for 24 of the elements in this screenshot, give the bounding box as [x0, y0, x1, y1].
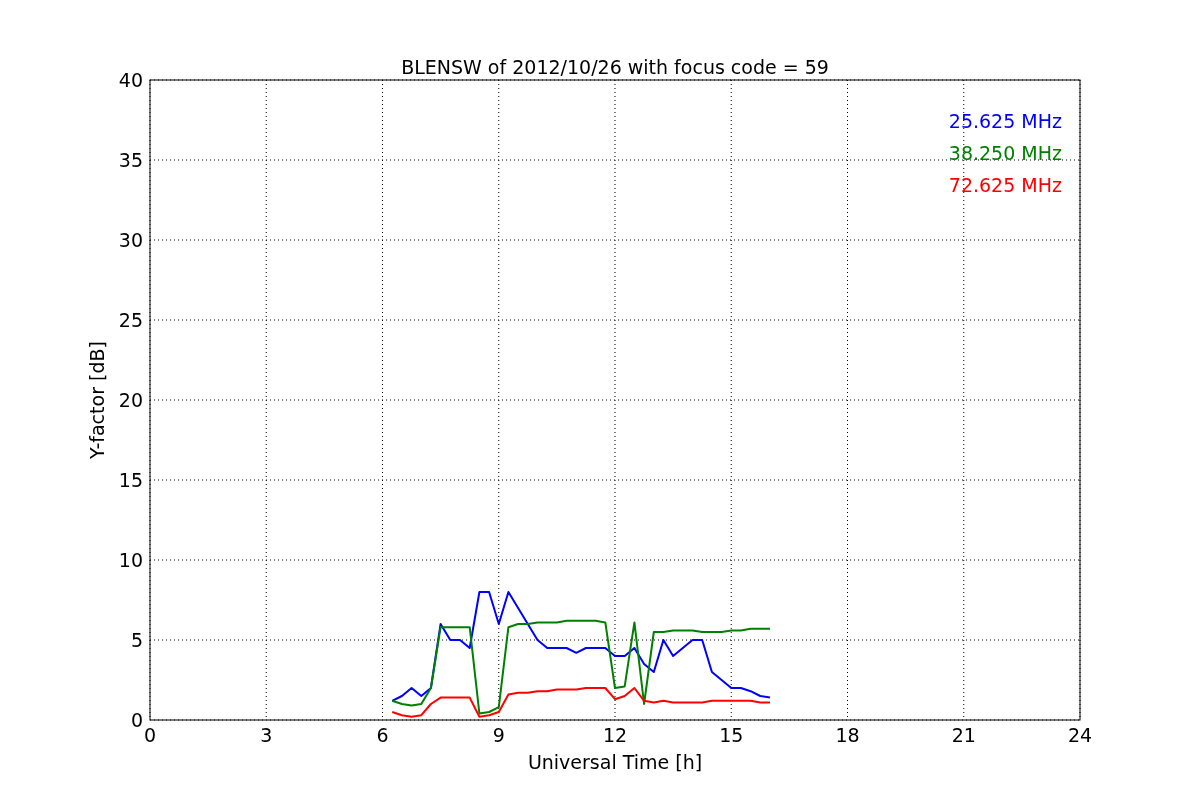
tick-label: 0 [130, 709, 143, 731]
chart-title: BLENSW of 2012/10/26 with focus code = 59 [401, 56, 829, 78]
legend-label: 72.625 MHz [948, 174, 1062, 196]
tick-label: 15 [719, 724, 744, 746]
tick-label: 5 [130, 629, 143, 651]
tick-label: 15 [118, 469, 143, 491]
tick-label: 18 [835, 724, 860, 746]
tick-label: 12 [602, 724, 628, 746]
tick-label: 20 [118, 389, 143, 411]
tick-label: 35 [118, 149, 143, 171]
tick-label: 25 [118, 309, 143, 331]
tick-label: 0 [143, 724, 157, 746]
tick-label: 9 [492, 724, 505, 746]
legend-label: 25.625 MHz [948, 110, 1062, 132]
legend-label: 38.250 MHz [948, 142, 1062, 164]
tick-label: 6 [376, 724, 389, 746]
tick-label: 10 [118, 549, 143, 571]
axis-label: Universal Time [h] [527, 751, 703, 773]
axis-label: Y-factor [dB] [86, 341, 108, 459]
tick-label: 30 [118, 229, 143, 251]
tick-label: 21 [951, 724, 976, 746]
tick-label: 24 [1067, 724, 1093, 746]
tick-label: 40 [118, 69, 143, 91]
tick-label: 3 [260, 724, 273, 746]
